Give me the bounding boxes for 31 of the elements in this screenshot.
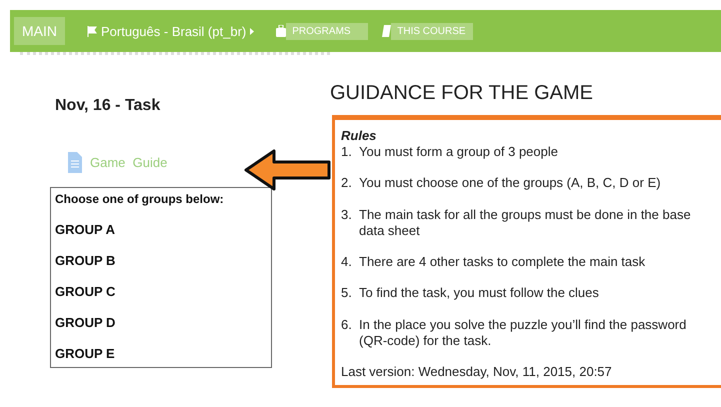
document-icon (68, 151, 82, 173)
last-version-text: Last version: Wednesday, Nov, 11, 2015, 20:57 (341, 364, 613, 379)
rule-text: There are 4 other tasks to complete the main task (359, 254, 646, 270)
group-label: GROUP B (55, 253, 116, 268)
nav-item[interactable]: MAIN (14, 17, 65, 45)
page-title: GUIDANCE FOR THE GAME (330, 82, 594, 105)
group-label: GROUP A (55, 222, 116, 237)
rules-heading: Rules (341, 128, 378, 143)
briefcase-icon (276, 25, 286, 37)
groups-heading: Choose one of groups below: (55, 192, 225, 206)
rule-text: In the place you solve the puzzle you’ll find the password (QR-code) for the task. (359, 316, 688, 349)
nav-item[interactable]: Português - Brasil (pt_br) (79, 18, 262, 44)
rule-text: To find the task, you must follow the clues (359, 285, 599, 302)
rule-number: 5. (341, 285, 353, 302)
nav-item[interactable]: PROGRAMS (286, 22, 368, 40)
group-label: GROUP C (55, 284, 116, 299)
rule-text: You must choose one of the groups (A, B, C, D or E) (359, 175, 661, 192)
rule-text: You must form a group of 3 people (359, 144, 558, 160)
group-label: GROUP E (55, 346, 116, 361)
rule-text: The main task for all the groups must be done in the base data sheet (359, 206, 692, 239)
rule-number: 6. (341, 316, 353, 334)
resource-link[interactable]: Game Guide (68, 151, 168, 173)
rule-number: 1. (341, 144, 353, 160)
rule-number: 2. (341, 175, 353, 192)
group-label: GROUP D (55, 315, 116, 330)
section-title: Nov, 16 - Task (55, 97, 162, 115)
flag-icon (87, 26, 97, 36)
rule-number: 4. (341, 254, 353, 270)
caret-icon (250, 28, 254, 34)
arrow-icon (244, 148, 332, 192)
rule-number: 3. (341, 206, 353, 224)
